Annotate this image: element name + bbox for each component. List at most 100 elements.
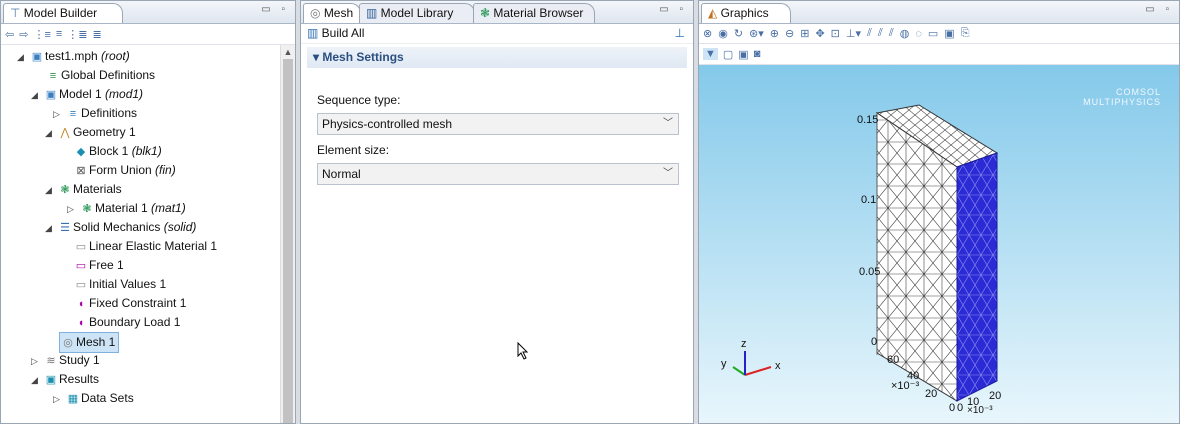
z-tick-label: 0.05	[859, 266, 880, 278]
collapse-arrow-icon[interactable]: ▷	[31, 352, 43, 371]
boundary-load-icon: ◖	[77, 317, 85, 329]
mesh-view: 0.15 0.1 0.05 0 60 40 ×10⁻³ 20 0 0 10 20…	[721, 104, 1001, 416]
expand-icon[interactable]: ⋮≡	[33, 28, 50, 41]
scroll-up-icon[interactable]: ▲	[281, 45, 295, 59]
view-xy-icon[interactable]: ⫽	[867, 27, 872, 40]
view-icon[interactable]: ◉	[718, 27, 728, 40]
section-collapse-icon[interactable]: ▾	[313, 50, 322, 64]
tree-scrollbar[interactable]: ▲	[280, 45, 295, 423]
tree-node-definitions[interactable]: ▷ ≡ Definitions	[53, 104, 137, 123]
tree-node-initial-values[interactable]: ▭ Initial Values 1	[73, 275, 166, 294]
select-filter-icon[interactable]: ▼	[703, 48, 718, 60]
pin-icon[interactable]: ⊥	[675, 24, 685, 43]
scene-light-icon[interactable]: ◍	[900, 27, 910, 40]
tab-model-builder[interactable]: ⊤ Model Builder	[3, 3, 123, 23]
tree-node-geometry[interactable]: ◢ ⋀ Geometry 1	[45, 123, 136, 142]
screenshot-icon[interactable]: ⎘	[961, 27, 970, 40]
sequence-type-select[interactable]: Physics-controlled mesh ﹀	[317, 113, 679, 135]
select-box-icon[interactable]: ▢	[723, 48, 733, 61]
x-exponent-label: ×10⁻³	[891, 380, 919, 392]
tree-node-boundary-load[interactable]: ◖ Boundary Load 1	[73, 313, 181, 332]
expand-arrow-icon[interactable]: ◢	[31, 86, 43, 105]
sort-icon[interactable]: ⋮≣	[67, 28, 87, 41]
x-tick-label: 20	[925, 388, 937, 400]
tree-node-study[interactable]: ▷ ≋ Study 1	[31, 351, 100, 370]
collapse-arrow-icon[interactable]: ▷	[67, 200, 79, 219]
mesh-tab-icon: ◎	[310, 6, 324, 20]
camera-icon[interactable]: ⊛▾	[749, 27, 764, 40]
linear-elastic-icon: ▭	[75, 241, 87, 253]
tree-node-material[interactable]: ▷ ❃ Material 1 (mat1)	[67, 199, 186, 218]
rotate-icon[interactable]: ↻	[734, 27, 743, 40]
image-snapshot-icon[interactable]: ◙	[754, 48, 761, 60]
build-all-button[interactable]: ▥ Build All ⊥	[301, 24, 693, 44]
zoom-extents-icon[interactable]: ⊞	[800, 27, 809, 40]
material-icon: ❃	[82, 203, 92, 215]
tree-node-materials[interactable]: ◢ ❃ Materials	[45, 180, 122, 199]
tab-graphics[interactable]: ◭ Graphics	[701, 3, 791, 23]
expand-arrow-icon[interactable]: ◢	[45, 219, 57, 238]
triad-y-line	[732, 366, 746, 376]
render-mesh-icon[interactable]: ▣	[944, 27, 954, 40]
scrollbar-thumb[interactable]	[283, 59, 293, 423]
view-yz-icon[interactable]: ⫽	[878, 27, 883, 40]
tree-node-form-union[interactable]: ⊠ Form Union (fin)	[73, 161, 175, 180]
tree-node-solid-mechanics[interactable]: ◢ ☰ Solid Mechanics (solid)	[45, 218, 196, 237]
tab-model-library[interactable]: ▥ Model Library	[359, 3, 475, 23]
zoom-selected-icon[interactable]: ⊡	[831, 27, 840, 40]
tree-node-data-sets[interactable]: ▷ ▦ Data Sets	[53, 389, 134, 408]
window-controls[interactable]: ▭ ▫	[659, 4, 687, 15]
tree-node-block[interactable]: ◆ Block 1 (blk1)	[73, 142, 162, 161]
tree-node-global-definitions[interactable]: ≡ Global Definitions	[45, 66, 155, 85]
tree-node-mesh[interactable]: ◎ Mesh 1	[59, 332, 120, 353]
y-tick-label: 0	[957, 402, 963, 414]
model-tree: ◢ ▣ test1.mph (root) ≡ Global Definitions ◢…	[1, 45, 281, 423]
free-icon: ▭	[75, 260, 87, 272]
build-all-icon: ▥	[307, 26, 322, 40]
element-size-select[interactable]: Normal ﹀	[317, 163, 679, 185]
tree-node-results[interactable]: ◢ ▣ Results	[31, 370, 99, 389]
triad-x-label: x	[775, 360, 781, 372]
graphics-toolbar: ⊗ ◉ ↻ ⊛▾ ⊕ ⊖ ⊞ ✥ ⊡ ⊥▾ ⫽ ⫽ ⫽ ◍ ◌ ▭ ▣ ⎘	[699, 24, 1179, 44]
graphics-selection-toolbar: ▼ ▢ ▣ ◙	[699, 44, 1179, 65]
graphics-canvas[interactable]: COMSOL MULTIPHYSICS 0.15 0.1 0.05 0 60 4…	[699, 65, 1179, 423]
expand-arrow-icon[interactable]: ◢	[45, 124, 57, 143]
zoom-in-icon[interactable]: ⊕	[770, 27, 779, 40]
study-icon: ≋	[46, 355, 56, 367]
graphics-tabbar: ◭ Graphics ▭ ▫	[699, 1, 1179, 24]
pan-icon[interactable]: ✥	[815, 27, 824, 40]
tab-mesh[interactable]: ◎ Mesh	[303, 3, 361, 23]
back-icon[interactable]: ⇦	[5, 28, 14, 41]
tree-node-model[interactable]: ◢ ▣ Model 1 (mod1)	[31, 85, 143, 104]
window-controls[interactable]: ▭ ▫	[1145, 4, 1173, 15]
forward-icon[interactable]: ⇨	[19, 28, 28, 41]
tab-material-browser[interactable]: ❃ Material Browser	[473, 3, 595, 23]
tree-node-fixed-constraint[interactable]: ◖ Fixed Constraint 1	[73, 294, 187, 313]
expand-arrow-icon[interactable]: ◢	[31, 371, 43, 390]
model-builder-pane: ⊤ Model Builder ▭ ▫ ⇦ ⇨ ⋮≡ ≡ ⋮≣ ≣ ◢ ▣ test…	[0, 0, 296, 424]
tree-node-linear-elastic[interactable]: ▭ Linear Elastic Material 1	[73, 237, 217, 256]
data-sets-icon: ▦	[67, 393, 79, 405]
collapse-arrow-icon[interactable]: ▷	[53, 390, 65, 409]
collapse-arrow-icon[interactable]: ▷	[53, 105, 65, 124]
show-icon[interactable]: ≣	[93, 28, 102, 41]
transparency-icon[interactable]: ◌	[915, 28, 922, 40]
expand-arrow-icon[interactable]: ◢	[17, 48, 29, 67]
window-controls[interactable]: ▭ ▫	[261, 4, 289, 15]
tree-node-free[interactable]: ▭ Free 1	[73, 256, 124, 275]
material-browser-icon: ❃	[480, 6, 494, 20]
axis-view-icon[interactable]: ⊥▾	[846, 27, 861, 40]
expand-arrow-icon[interactable]: ◢	[45, 181, 57, 200]
graphics-icon: ◭	[708, 6, 721, 20]
model-builder-tree-icon: ⊤	[10, 6, 24, 20]
tree-node-root[interactable]: ◢ ▣ test1.mph (root)	[17, 47, 130, 66]
mesh-settings-section[interactable]: ▾ Mesh Settings	[307, 47, 687, 68]
wireframe-icon[interactable]: ▭	[928, 27, 938, 40]
collapse-icon[interactable]: ≡	[56, 28, 62, 40]
zoom-out-icon[interactable]: ⊖	[785, 27, 794, 40]
select-all-icon[interactable]: ▣	[738, 48, 748, 61]
mesh-tabbar: ◎ Mesh ▥ Model Library ❃ Material Browse…	[301, 1, 693, 24]
zoom-box-icon[interactable]: ⊗	[703, 27, 712, 40]
view-zx-icon[interactable]: ⫽	[889, 27, 894, 40]
materials-icon: ❃	[60, 184, 70, 196]
